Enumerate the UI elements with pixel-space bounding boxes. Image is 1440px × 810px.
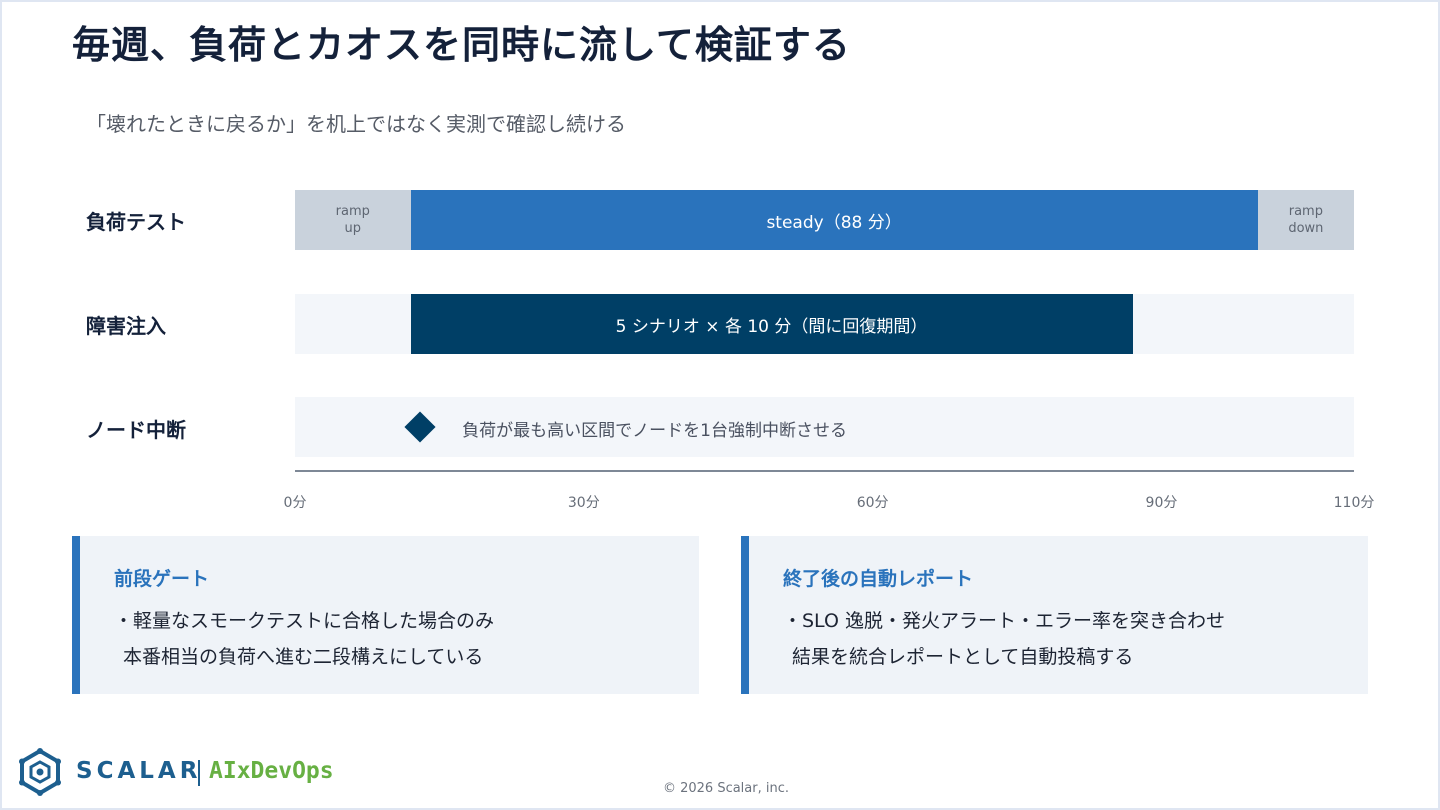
- card-auto-report: 終了後の自動レポート ・SLO 逸脱・発火アラート・エラー率を突き合わせ 結果を…: [741, 536, 1368, 694]
- event-diamond-marker: [404, 411, 436, 443]
- row-label-node-interruption: ノード中断: [86, 418, 186, 442]
- copyright: © 2026 Scalar, inc.: [662, 781, 790, 796]
- axis-tick-label: 60分: [856, 495, 889, 511]
- segment-ramp-down-label: ramp down: [1288, 204, 1324, 236]
- card-pre-gate-line-1: ・軽量なスモークテストに合格した場合のみ: [114, 610, 495, 632]
- segment-steady: steady（88 分）: [410, 190, 1258, 250]
- page-subtitle: 「壊れたときに戻るか」を机上ではなく実測で確認し続ける: [86, 112, 626, 136]
- row-label-load-test: 負荷テスト: [86, 210, 186, 234]
- card-pre-gate-title: 前段ゲート: [114, 568, 210, 590]
- segment-ramp-down: ramp down: [1257, 190, 1354, 250]
- axis-tick-label: 110分: [1333, 495, 1375, 511]
- card-pre-gate-line-2: 本番相当の負荷へ進む二段構えにしている: [123, 646, 484, 668]
- time-axis-line: [295, 470, 1354, 472]
- card-auto-report-line-1: ・SLO 逸脱・発火アラート・エラー率を突き合わせ: [783, 610, 1225, 632]
- card-auto-report-title: 終了後の自動レポート: [783, 568, 974, 590]
- segment-steady-label: steady（88 分）: [766, 212, 902, 233]
- card-auto-report-line-2: 結果を統合レポートとして自動投稿する: [792, 646, 1134, 668]
- event-description: 負荷が最も高い区間でノードを1台強制中断させる: [462, 421, 847, 441]
- segment-fault-scenarios-label: 5 シナリオ × 各 10 分（間に回復期間）: [615, 316, 928, 337]
- row-label-fault-injection: 障害注入: [86, 314, 166, 338]
- axis-tick-label: 30分: [567, 495, 600, 511]
- segment-ramp-up-label: ramp up: [335, 204, 370, 236]
- track-load-test: ramp up steady（88 分） ramp down: [295, 190, 1354, 250]
- segment-ramp-up: ramp up: [295, 190, 411, 250]
- track-fault-injection: 5 シナリオ × 各 10 分（間に回復期間）: [295, 294, 1354, 354]
- card-pre-gate: 前段ゲート ・軽量なスモークテストに合格した場合のみ 本番相当の負荷へ進む二段構…: [72, 536, 699, 694]
- axis-tick-label: 0分: [283, 495, 307, 511]
- segment-fault-scenarios: 5 シナリオ × 各 10 分（間に回復期間）: [410, 294, 1133, 354]
- track-node-interruption: 負荷が最も高い区間でノードを1台強制中断させる: [295, 397, 1354, 457]
- axis-tick-label: 90分: [1145, 495, 1178, 511]
- page-title: 毎週、負荷とカオスを同時に流して検証する: [72, 23, 851, 67]
